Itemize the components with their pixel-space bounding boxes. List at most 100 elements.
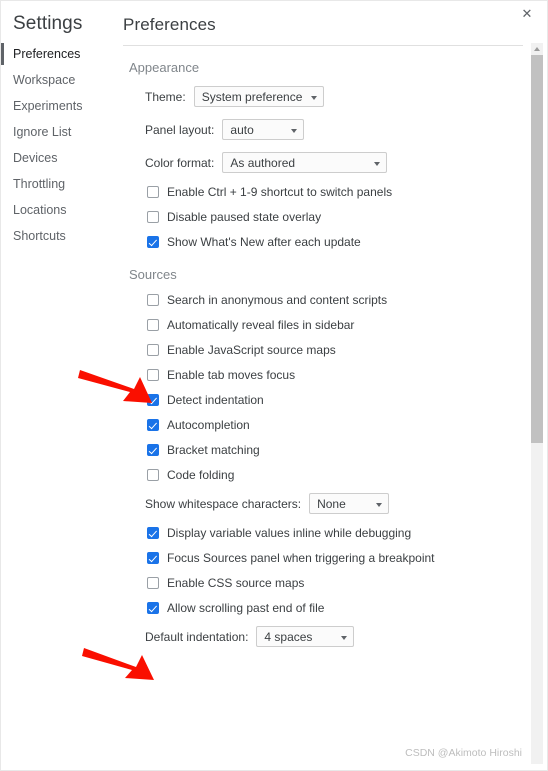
checkbox-row-enable-ctrl-shortcut[interactable]: Enable Ctrl + 1-9 shortcut to switch pan… [123, 185, 547, 199]
checkbox-label: Autocompletion [167, 418, 250, 432]
panel-layout-select[interactable]: auto [222, 119, 305, 140]
color-format-label: Color format: [145, 155, 215, 170]
chevron-down-icon [376, 502, 383, 507]
settings-dialog: Settings Preferences Workspace Experimen… [0, 0, 548, 771]
color-format-select-value: As authored [230, 155, 296, 170]
default-indentation-label: Default indentation: [145, 629, 249, 644]
checkbox-row-display-variable-values-inline[interactable]: Display variable values inline while deb… [123, 526, 547, 540]
sidebar-item-label: Locations [13, 203, 67, 217]
checkbox-icon-unchecked[interactable] [147, 186, 159, 198]
checkbox-label: Display variable values inline while deb… [167, 526, 412, 540]
checkbox-icon-unchecked[interactable] [147, 369, 159, 381]
checkbox-row-show-whats-new[interactable]: Show What's New after each update [123, 235, 547, 249]
checkbox-icon-unchecked[interactable] [147, 344, 159, 356]
checkbox-row-enable-tab-moves-focus[interactable]: Enable tab moves focus [123, 368, 547, 382]
checkbox-icon-checked[interactable] [147, 419, 159, 431]
checkbox-label: Show What's New after each update [167, 235, 361, 249]
theme-label: Theme: [145, 89, 186, 104]
title-divider [123, 45, 523, 46]
section-appearance: Appearance Theme: System preference Pane… [123, 60, 547, 249]
sidebar-item-devices[interactable]: Devices [1, 145, 111, 171]
vertical-scrollbar[interactable] [531, 43, 543, 764]
section-sources: Sources Search in anonymous and content … [123, 267, 547, 647]
panel-layout-label: Panel layout: [145, 122, 215, 137]
checkbox-row-enable-css-source-maps[interactable]: Enable CSS source maps [123, 576, 547, 590]
chevron-down-icon [374, 161, 381, 166]
sidebar-item-experiments[interactable]: Experiments [1, 93, 111, 119]
checkbox-row-bracket-matching[interactable]: Bracket matching [123, 443, 547, 457]
section-title-sources: Sources [129, 267, 177, 282]
checkbox-label: Enable JavaScript source maps [167, 343, 336, 357]
chevron-down-icon [341, 635, 348, 640]
settings-content: Preferences Appearance Theme: System pre… [111, 1, 547, 770]
show-whitespace-select-value: None [317, 496, 346, 511]
row-color-format: Color format: As authored [123, 152, 547, 173]
color-format-select[interactable]: As authored [222, 152, 388, 173]
watermark: CSDN @Akimoto Hiroshi [405, 747, 522, 759]
sidebar-item-workspace[interactable]: Workspace [1, 67, 111, 93]
checkbox-label: Enable tab moves focus [167, 368, 296, 382]
row-theme: Theme: System preference [123, 86, 547, 107]
checkbox-icon-checked[interactable] [147, 444, 159, 456]
checkbox-label: Detect indentation [167, 393, 264, 407]
sidebar-item-label: Preferences [13, 47, 81, 61]
sidebar-item-shortcuts[interactable]: Shortcuts [1, 223, 111, 249]
sidebar-item-preferences[interactable]: Preferences [1, 41, 111, 67]
default-indentation-select[interactable]: 4 spaces [256, 626, 355, 647]
sidebar-item-label: Ignore List [13, 125, 72, 139]
checkbox-row-code-folding[interactable]: Code folding [123, 468, 547, 482]
sidebar-item-label: Workspace [13, 73, 76, 87]
close-button[interactable]: ✕ [516, 3, 538, 23]
checkbox-label: Allow scrolling past end of file [167, 601, 325, 615]
checkbox-label: Search in anonymous and content scripts [167, 293, 388, 307]
checkbox-row-focus-sources-on-breakpoint[interactable]: Focus Sources panel when triggering a br… [123, 551, 547, 565]
show-whitespace-select[interactable]: None [309, 493, 390, 514]
checkbox-label: Focus Sources panel when triggering a br… [167, 551, 435, 565]
checkbox-label: Enable Ctrl + 1-9 shortcut to switch pan… [167, 185, 393, 199]
checkbox-icon-unchecked[interactable] [147, 294, 159, 306]
panel-layout-select-value: auto [230, 122, 254, 137]
chevron-down-icon [291, 128, 298, 133]
sidebar-item-ignore-list[interactable]: Ignore List [1, 119, 111, 145]
checkbox-icon-checked[interactable] [147, 394, 159, 406]
theme-select[interactable]: System preference [193, 86, 324, 107]
sidebar-item-label: Throttling [13, 177, 66, 191]
sidebar-item-label: Shortcuts [13, 229, 66, 243]
show-whitespace-label: Show whitespace characters: [145, 496, 302, 511]
checkbox-icon-checked[interactable] [147, 552, 159, 564]
checkbox-row-detect-indentation[interactable]: Detect indentation [123, 393, 547, 407]
checkbox-label: Code folding [167, 468, 235, 482]
row-panel-layout: Panel layout: auto [123, 119, 547, 140]
page-title: Preferences [123, 15, 216, 34]
checkbox-icon-checked[interactable] [147, 527, 159, 539]
checkbox-row-enable-javascript-source-maps[interactable]: Enable JavaScript source maps [123, 343, 547, 357]
default-indentation-select-value: 4 spaces [264, 629, 313, 644]
scrollbar-thumb[interactable] [531, 55, 543, 443]
checkbox-row-autocompletion[interactable]: Autocompletion [123, 418, 547, 432]
checkbox-icon-unchecked[interactable] [147, 211, 159, 223]
sidebar-item-label: Devices [13, 151, 58, 165]
checkbox-label: Enable CSS source maps [167, 576, 305, 590]
checkbox-row-disable-paused-overlay[interactable]: Disable paused state overlay [123, 210, 547, 224]
checkbox-row-search-anonymous-scripts[interactable]: Search in anonymous and content scripts [123, 293, 547, 307]
sidebar-item-locations[interactable]: Locations [1, 197, 111, 223]
sidebar-title: Settings [13, 13, 83, 34]
checkbox-icon-unchecked[interactable] [147, 319, 159, 331]
checkbox-icon-unchecked[interactable] [147, 577, 159, 589]
row-show-whitespace-characters: Show whitespace characters: None [123, 493, 547, 514]
section-title-appearance: Appearance [129, 60, 200, 75]
checkbox-row-auto-reveal-files[interactable]: Automatically reveal files in sidebar [123, 318, 547, 332]
checkbox-row-allow-scrolling-past-end[interactable]: Allow scrolling past end of file [123, 601, 547, 615]
checkbox-label: Bracket matching [167, 443, 260, 457]
row-default-indentation: Default indentation: 4 spaces [123, 626, 547, 647]
checkbox-label: Disable paused state overlay [167, 210, 322, 224]
theme-select-value: System preference [201, 89, 303, 104]
sidebar-item-throttling[interactable]: Throttling [1, 171, 111, 197]
settings-content-wrapper: Preferences Appearance Theme: System pre… [111, 1, 547, 770]
checkbox-icon-unchecked[interactable] [147, 469, 159, 481]
checkbox-icon-checked[interactable] [147, 236, 159, 248]
sidebar-item-label: Experiments [13, 99, 83, 113]
settings-sidebar: Settings Preferences Workspace Experimen… [1, 1, 111, 770]
checkbox-icon-checked[interactable] [147, 602, 159, 614]
scroll-up-arrow-icon[interactable] [531, 43, 543, 55]
